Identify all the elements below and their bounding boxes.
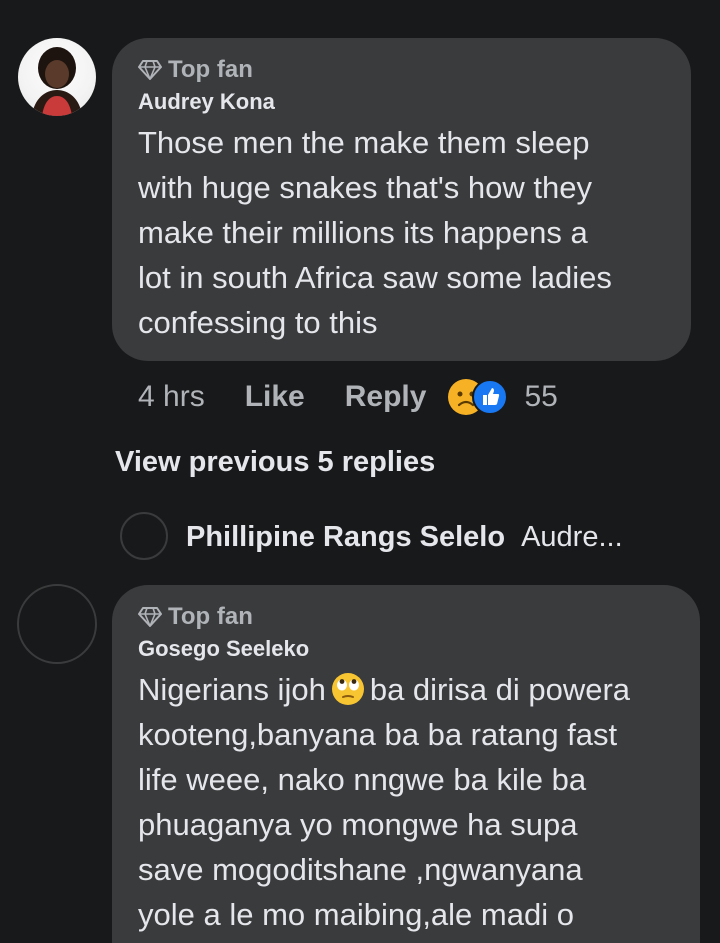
reaction-summary[interactable] xyxy=(448,379,509,415)
badge-label: Top fan xyxy=(168,56,253,83)
diamond-icon xyxy=(138,607,162,627)
comment-text: Those men the make them sleep with huge … xyxy=(138,125,612,340)
avatar[interactable] xyxy=(17,584,97,664)
comment-actions: 4 hrs Like Reply 55 xyxy=(138,375,558,419)
comment-author[interactable]: Gosego Seeleko xyxy=(138,635,674,663)
like-button[interactable]: Like xyxy=(245,380,305,414)
comment-bubble: Top fan Audrey Kona Those men the make t… xyxy=(112,38,691,361)
badge-label: Top fan xyxy=(168,603,253,630)
comment-author[interactable]: Audrey Kona xyxy=(138,88,665,116)
avatar[interactable] xyxy=(18,38,96,116)
comment-bubble: Top fan Gosego Seeleko Nigerians ijoh ba… xyxy=(112,585,700,943)
comment-text-rest: ba dirisa di powera kooteng,banyana ba b… xyxy=(138,672,631,932)
reply-preview-row[interactable]: Phillipine Rangs Selelo Audre... xyxy=(120,512,623,562)
eye-roll-emoji-icon xyxy=(331,673,364,705)
reply-button[interactable]: Reply xyxy=(345,380,427,414)
comment-text-start: Nigerians ijoh xyxy=(138,672,326,707)
like-reaction-icon xyxy=(472,379,509,415)
reaction-count[interactable]: 55 xyxy=(524,380,557,414)
view-previous-replies-link[interactable]: View previous 5 replies xyxy=(115,446,435,479)
reply-preview-text: Audre... xyxy=(521,520,623,553)
comments-thread: Top fan Audrey Kona Those men the make t… xyxy=(0,0,720,943)
profile-photo-icon xyxy=(32,47,82,116)
comment-timestamp[interactable]: 4 hrs xyxy=(138,380,205,414)
diamond-icon xyxy=(138,60,162,80)
reply-author[interactable]: Phillipine Rangs Selelo xyxy=(186,521,505,554)
comment-text: Nigerians ijoh ba dirisa di powera koote… xyxy=(138,667,674,937)
top-fan-badge: Top fan xyxy=(138,56,665,84)
top-fan-badge: Top fan xyxy=(138,603,674,631)
